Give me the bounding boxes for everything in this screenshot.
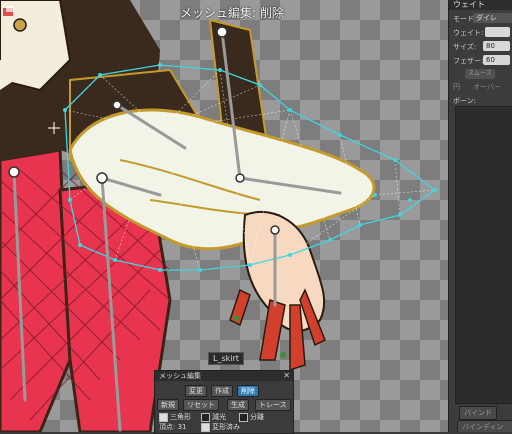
feather-field[interactable]: 60 (483, 55, 510, 65)
size-field[interactable]: 80 (483, 41, 510, 51)
weight-panel: ウェイト モード: ダイレ ウェイト: サイズ: 80 フェザー: 60 スムー… (448, 0, 512, 432)
subtract-checkbox[interactable] (201, 412, 210, 422)
viewport-canvas[interactable]: メッシュ編集: 削除 L_skirt (0, 0, 448, 432)
generate-button[interactable]: 生成 (227, 399, 249, 411)
panel-title: ウェイト (449, 0, 512, 10)
unbind-button[interactable]: バインディング (457, 420, 512, 432)
create-button[interactable]: 作成 (211, 385, 233, 397)
bind-button[interactable]: バインド (459, 406, 497, 420)
artwork (0, 0, 437, 432)
triangle-checkbox[interactable] (159, 412, 168, 422)
delete-button[interactable]: 削除 (237, 385, 259, 397)
deformed-checkbox[interactable] (201, 422, 210, 432)
mode-select[interactable]: ダイレ (473, 13, 512, 23)
layer-icon (2, 6, 16, 18)
tool-title: メッシュ編集 (155, 371, 293, 381)
mode-title: メッシュ編集: 削除 (180, 6, 284, 20)
new-button[interactable]: 新規 (157, 399, 179, 411)
bone-list[interactable] (455, 106, 512, 404)
close-icon[interactable]: ✕ (283, 371, 290, 380)
trace-button[interactable]: トレース (255, 399, 291, 411)
bones-label: ボーン: (453, 97, 477, 105)
weight-label: ウェイト: (453, 29, 484, 37)
separate-checkbox[interactable] (239, 412, 248, 422)
reset-button[interactable]: リセット (183, 399, 219, 411)
feather-label: フェザー: (453, 57, 484, 65)
change-button[interactable]: 変更 (185, 385, 207, 397)
triangle-label: 三角形 (170, 413, 191, 421)
separate-label: 分離 (250, 413, 264, 421)
circle-option[interactable]: 円 (453, 82, 460, 92)
over-option[interactable]: オーバー (473, 82, 501, 92)
deformed-label: 変形済み (212, 423, 240, 431)
vertex-count: 頂点: 31 (159, 423, 187, 431)
layer-label: L_skirt (208, 352, 244, 365)
mesh-edit-tool: メッシュ編集 ✕ 変更 作成 削除 新規 リセット 生成 トレース 三角形 減光… (154, 370, 294, 434)
size-label: サイズ: (453, 43, 477, 51)
subtract-label: 減光 (212, 413, 226, 421)
smooth-button[interactable]: スムーズ (465, 69, 495, 79)
weight-field[interactable] (485, 27, 510, 37)
